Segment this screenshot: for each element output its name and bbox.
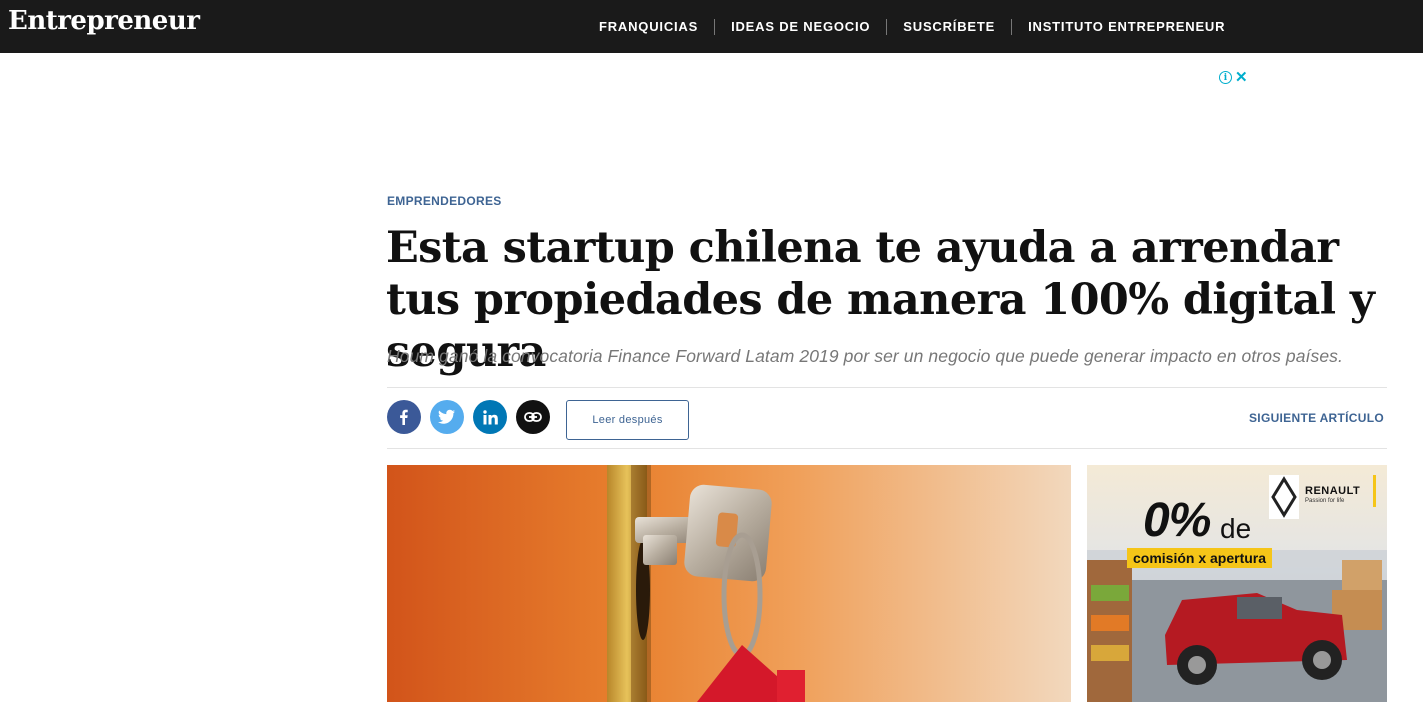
top-navigation-bar: Entrepreneur FRANQUICIAS IDEAS DE NEGOCI… <box>0 0 1423 53</box>
ad-de: de <box>1220 513 1252 544</box>
facebook-share-button[interactable] <box>387 400 421 434</box>
article-subheadline: Houm ganó la convocatoria Finance Forwar… <box>387 346 1343 366</box>
twitter-share-button[interactable] <box>430 400 464 434</box>
next-article-link[interactable]: SIGUIENTE ARTÍCULO <box>1249 411 1384 425</box>
ad-tagline: Passion for life <box>1305 498 1345 504</box>
divider <box>387 448 1387 449</box>
copy-link-button[interactable] <box>516 400 550 434</box>
article-category[interactable]: EMPRENDEDORES <box>387 194 502 208</box>
read-later-button[interactable]: Leer después <box>566 400 689 440</box>
nav-item-franquicias[interactable]: FRANQUICIAS <box>583 19 714 34</box>
twitter-icon <box>438 409 455 424</box>
ad-percent: 0% <box>1143 494 1211 547</box>
site-logo[interactable]: Entrepreneur <box>8 6 200 36</box>
facebook-icon <box>400 409 408 425</box>
ad-choices: i ✕ <box>1219 70 1248 85</box>
divider <box>387 387 1387 388</box>
renault-ad[interactable]: 0% de comisión x apertura RENAULT Passio… <box>1087 465 1387 702</box>
nav-item-suscribete[interactable]: SUSCRÍBETE <box>887 19 1011 34</box>
nav-item-instituto-entrepreneur[interactable]: INSTITUTO ENTREPRENEUR <box>1012 19 1241 34</box>
ad-close-icon[interactable]: ✕ <box>1235 70 1248 85</box>
article-hero-image <box>387 465 1071 702</box>
linkedin-share-button[interactable] <box>473 400 507 434</box>
main-nav: FRANQUICIAS IDEAS DE NEGOCIO SUSCRÍBETE … <box>583 0 1241 53</box>
ad-info-icon[interactable]: i <box>1219 71 1232 84</box>
ad-commission-badge: comisión x apertura <box>1127 548 1273 568</box>
link-icon <box>524 412 542 422</box>
nav-item-ideas-de-negocio[interactable]: IDEAS DE NEGOCIO <box>715 19 886 34</box>
share-buttons <box>387 400 550 434</box>
ad-brand-name: RENAULT <box>1305 485 1361 497</box>
key-in-door-illustration <box>387 465 1071 702</box>
linkedin-icon <box>482 409 498 424</box>
